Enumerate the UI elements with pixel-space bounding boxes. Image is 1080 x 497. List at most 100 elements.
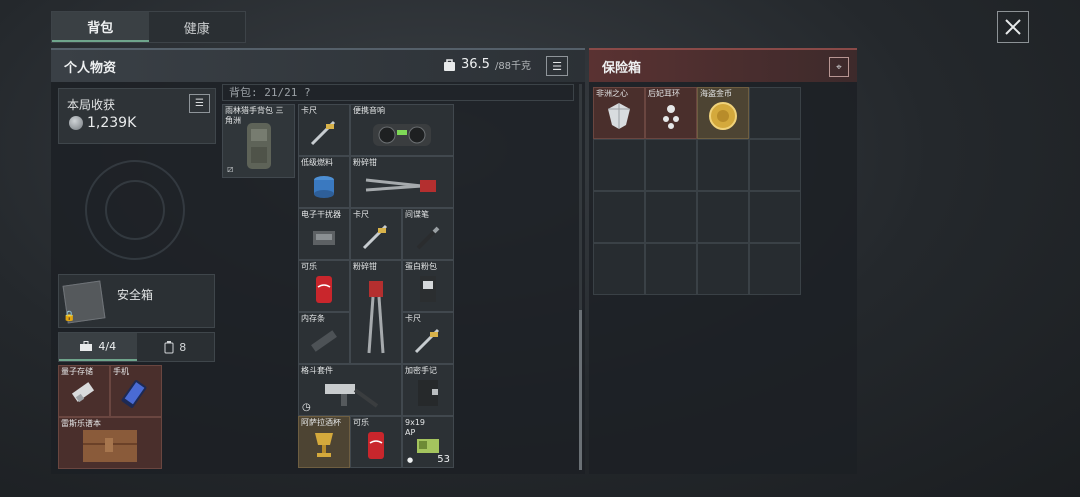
item-crusher-pliers-vertical[interactable]: 粉碎钳 — [350, 260, 402, 364]
ammo-count: 53 — [437, 454, 450, 465]
item-asala-goblet[interactable]: 阿萨拉酒杯 — [298, 416, 350, 468]
item-name: 卡尺 — [353, 210, 369, 219]
canister-count: 8 — [179, 340, 187, 354]
close-button[interactable] — [997, 11, 1029, 43]
vault-cell[interactable] — [593, 139, 645, 191]
dot-icon: ● — [407, 456, 414, 464]
item-caliper[interactable]: 卡尺 — [298, 104, 350, 156]
item-name: 粉碎钳 — [353, 262, 377, 271]
pliers-icon — [365, 178, 436, 192]
item-name: 可乐 — [301, 262, 317, 271]
fighting-kit-icon — [325, 383, 379, 408]
item-name: 阿萨拉酒杯 — [301, 418, 341, 427]
weight-display: 36.5/88千克 — [443, 57, 531, 72]
item-name: 粉碎钳 — [353, 158, 377, 167]
item-encrypted-notebook[interactable]: 加密手记 — [402, 364, 454, 416]
item-name: 便携音响 — [353, 106, 385, 115]
locate-button[interactable]: ⌖ — [829, 57, 849, 77]
usb-drive-icon — [71, 381, 95, 402]
close-icon — [1005, 19, 1021, 35]
item-portable-speaker[interactable]: 便携音响 — [350, 104, 454, 156]
vault-cell[interactable] — [593, 191, 645, 243]
item-name: 低级燃料 — [301, 158, 333, 167]
safe-box-slot[interactable]: 🔒 安全箱 — [58, 274, 215, 328]
item-name: 蛋白粉包 — [405, 262, 437, 271]
safe-item-music-book[interactable]: 雷斯乐谱本 — [58, 417, 162, 469]
vault-cell[interactable] — [749, 87, 801, 139]
item-name: 间谍笔 — [405, 210, 429, 219]
cola-can-icon — [368, 431, 384, 459]
scrollbar-thumb[interactable] — [579, 310, 582, 470]
item-spy-pen[interactable]: 间谍笔 — [402, 208, 454, 260]
toolbox-icon — [80, 340, 93, 351]
safe-box-label: 安全箱 — [117, 288, 154, 302]
backpack-capacity-label: 背包: 21/21 ? — [222, 84, 574, 101]
lock-icon: 🔒 — [63, 311, 76, 322]
vault-cell[interactable] — [749, 139, 801, 191]
item-name: 手机 — [113, 367, 129, 376]
weight-icon — [444, 58, 455, 71]
vault-cell[interactable] — [593, 243, 645, 295]
phone-icon — [121, 379, 147, 408]
item-name: 格斗套件 — [301, 366, 333, 375]
item-cola[interactable]: 可乐 — [350, 416, 402, 468]
safe-item-phone[interactable]: 手机 — [110, 365, 162, 417]
emblem-inner-ring — [105, 180, 165, 240]
tab-health[interactable]: 健康 — [149, 12, 246, 42]
speaker-icon — [373, 123, 431, 146]
caliper-icon — [414, 328, 440, 353]
vault-title: 保险箱 — [602, 60, 642, 76]
vault-item-pirate-coin[interactable]: 海盗金币 — [697, 87, 749, 139]
notebook-icon — [418, 379, 438, 406]
sort-list-button[interactable]: ☰ — [546, 56, 568, 76]
item-name: 雷斯乐谱本 — [61, 419, 101, 428]
caliper-icon — [310, 120, 336, 145]
weight-max: /88千克 — [494, 61, 532, 72]
item-name: 后妃耳环 — [648, 89, 680, 98]
vault-item-heart-of-africa[interactable]: 非洲之心 — [593, 87, 645, 139]
earnings-label: 本局收获 — [67, 98, 116, 112]
inventory-title: 个人物资 — [64, 60, 117, 76]
item-low-fuel[interactable]: 低级燃料 — [298, 156, 350, 208]
vault-cell[interactable] — [645, 191, 697, 243]
item-name: 量子存储 — [61, 367, 93, 376]
tab-backpack[interactable]: 背包 — [52, 12, 149, 42]
vault-cell[interactable] — [645, 139, 697, 191]
jammer-icon — [313, 230, 335, 245]
timer-icon: ◷ — [302, 402, 311, 413]
vault-cell[interactable] — [645, 243, 697, 295]
pouch-tabs: 4/4 8 — [58, 332, 215, 362]
vault-cell[interactable] — [749, 191, 801, 243]
vault-cell[interactable] — [749, 243, 801, 295]
item-caliper[interactable]: 卡尺 — [350, 208, 402, 260]
safe-item-quantum-storage[interactable]: 量子存储 — [58, 365, 110, 417]
item-ammo-9x19[interactable]: 9x19 AP ● 53 — [402, 416, 454, 468]
fuel-can-icon — [314, 175, 334, 198]
tab-toolbox[interactable]: 4/4 — [59, 333, 137, 361]
item-crusher-pliers[interactable]: 粉碎钳 — [350, 156, 454, 208]
tab-canister[interactable]: 8 — [137, 333, 215, 361]
canister-icon — [164, 340, 174, 353]
caliper-icon — [362, 224, 388, 249]
item-cola[interactable]: 可乐 — [298, 260, 350, 312]
item-name: 内存条 — [301, 314, 325, 323]
item-caliper[interactable]: 卡尺 — [402, 312, 454, 364]
list-icon: ☰ — [552, 59, 562, 73]
book-icon — [83, 429, 137, 462]
goblet-icon — [315, 432, 333, 457]
item-name: 海盗金币 — [700, 89, 732, 98]
item-memory-stick[interactable]: 内存条 — [298, 312, 350, 364]
backpack-name: 雨林猎手背包 三角洲 — [225, 106, 284, 125]
vault-cell[interactable] — [697, 139, 749, 191]
item-electronic-jammer[interactable]: 电子干扰器 — [298, 208, 350, 260]
item-fighting-kit[interactable]: 格斗套件 ◷ — [298, 364, 402, 416]
toolbox-count: 4/4 — [98, 339, 117, 353]
earnings-detail-button[interactable]: ☰ — [189, 94, 210, 113]
item-protein-powder[interactable]: 蛋白粉包 — [402, 260, 454, 312]
backpack-slot[interactable]: 雨林猎手背包 三角洲 ⧄ — [222, 104, 295, 178]
vault-item-empress-earring[interactable]: 后妃耳环 — [645, 87, 697, 139]
vault-cell[interactable] — [697, 191, 749, 243]
vault-cell[interactable] — [697, 243, 749, 295]
item-name: 卡尺 — [405, 314, 421, 323]
pen-icon — [416, 226, 440, 249]
